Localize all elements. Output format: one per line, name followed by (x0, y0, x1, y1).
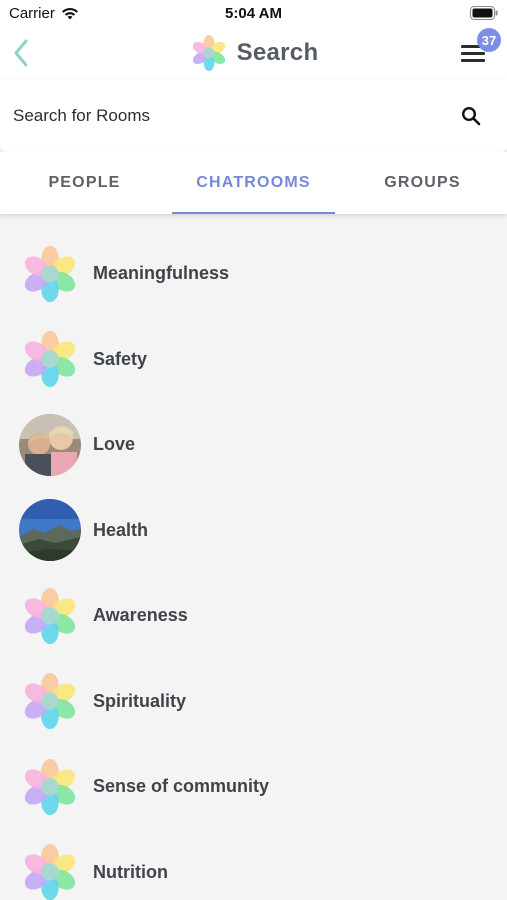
notification-badge: 37 (477, 28, 501, 52)
chatroom-item[interactable]: Spirituality (0, 659, 507, 745)
flower-icon (19, 328, 81, 390)
tab-bar: PEOPLE CHATROOMS GROUPS (0, 152, 507, 214)
chatroom-item[interactable]: Love (0, 402, 507, 488)
app-logo-icon (192, 35, 225, 71)
flower-icon (19, 243, 81, 305)
room-avatar-photo (19, 499, 81, 562)
chatroom-list: Meaningfulness Safety Love Health Awaren… (0, 214, 507, 900)
tab-chatrooms[interactable]: CHATROOMS (169, 152, 338, 214)
chatroom-item[interactable]: Safety (0, 317, 507, 403)
page-title: Search (236, 39, 319, 66)
tab-groups[interactable]: GROUPS (338, 152, 507, 214)
menu-button[interactable]: 37 (461, 28, 501, 64)
chevron-left-icon (14, 39, 28, 67)
nav-title-group: Search (0, 32, 507, 74)
chatroom-item[interactable]: Nutrition (0, 830, 507, 900)
flower-icon (19, 841, 81, 900)
tab-people[interactable]: PEOPLE (0, 152, 169, 214)
chatroom-name: Spirituality (93, 690, 187, 711)
flower-icon (19, 585, 81, 647)
battery-icon (470, 6, 498, 20)
chatroom-item[interactable]: Sense of community (0, 744, 507, 830)
status-bar: Carrier 5:04 AM (0, 0, 507, 28)
chatroom-name: Awareness (93, 605, 188, 626)
chatroom-name: Nutrition (93, 861, 168, 882)
status-time: 5:04 AM (225, 5, 282, 22)
search-icon[interactable] (461, 106, 481, 126)
nav-bar: Search 37 (0, 28, 507, 80)
chatroom-item[interactable]: Awareness (0, 573, 507, 659)
search-bar (0, 80, 507, 152)
chatroom-item[interactable]: Health (0, 488, 507, 574)
chatroom-name: Sense of community (93, 776, 270, 797)
chatroom-name: Love (93, 434, 136, 455)
flower-icon (19, 756, 81, 818)
search-input[interactable] (13, 102, 443, 130)
chatroom-name: Safety (93, 348, 148, 369)
flower-icon (19, 670, 81, 732)
chatroom-item[interactable]: Meaningfulness (0, 231, 507, 317)
back-button[interactable] (6, 36, 36, 70)
chatroom-name: Health (93, 519, 149, 540)
room-avatar-photo (19, 413, 81, 476)
chatroom-name: Meaningfulness (93, 263, 230, 284)
